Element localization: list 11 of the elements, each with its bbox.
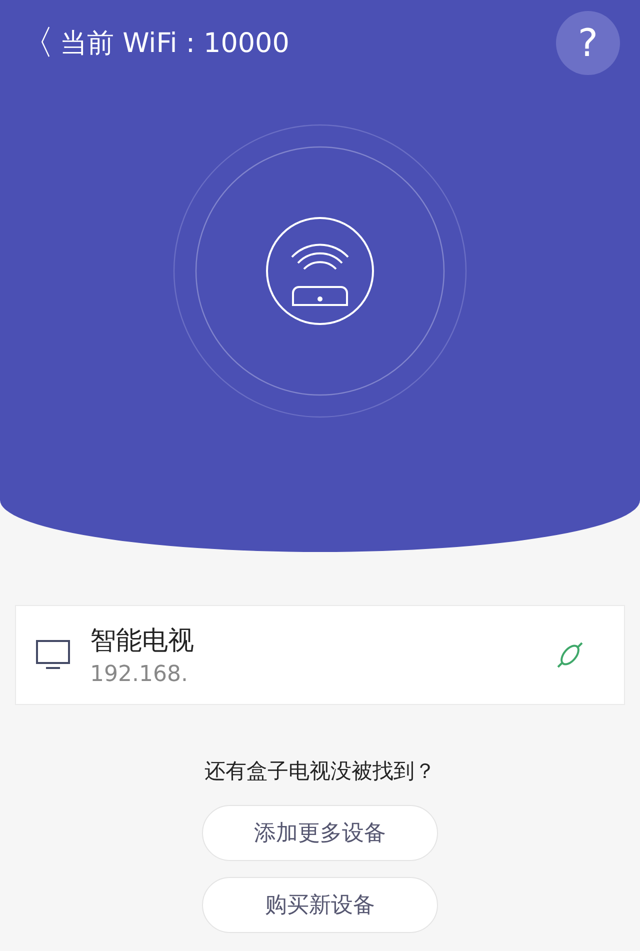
back-button[interactable]: 〈 [20, 20, 54, 66]
help-button[interactable]: ? [556, 11, 620, 75]
tv-icon [36, 640, 70, 670]
device-ip: 192.168. [90, 662, 189, 687]
link-icon[interactable] [556, 641, 584, 669]
action-button[interactable]: 添加更多设备 [202, 805, 438, 861]
page-title: 当前 WiFi : 10000 [60, 27, 290, 61]
device-card[interactable]: 智能电视 192.168. [15, 605, 625, 705]
action-button[interactable]: 购买新设备 [202, 877, 438, 933]
prompt-text: 还有盒子电视没被找到？ [204, 758, 436, 785]
device-name: 智能电视 [90, 625, 195, 658]
